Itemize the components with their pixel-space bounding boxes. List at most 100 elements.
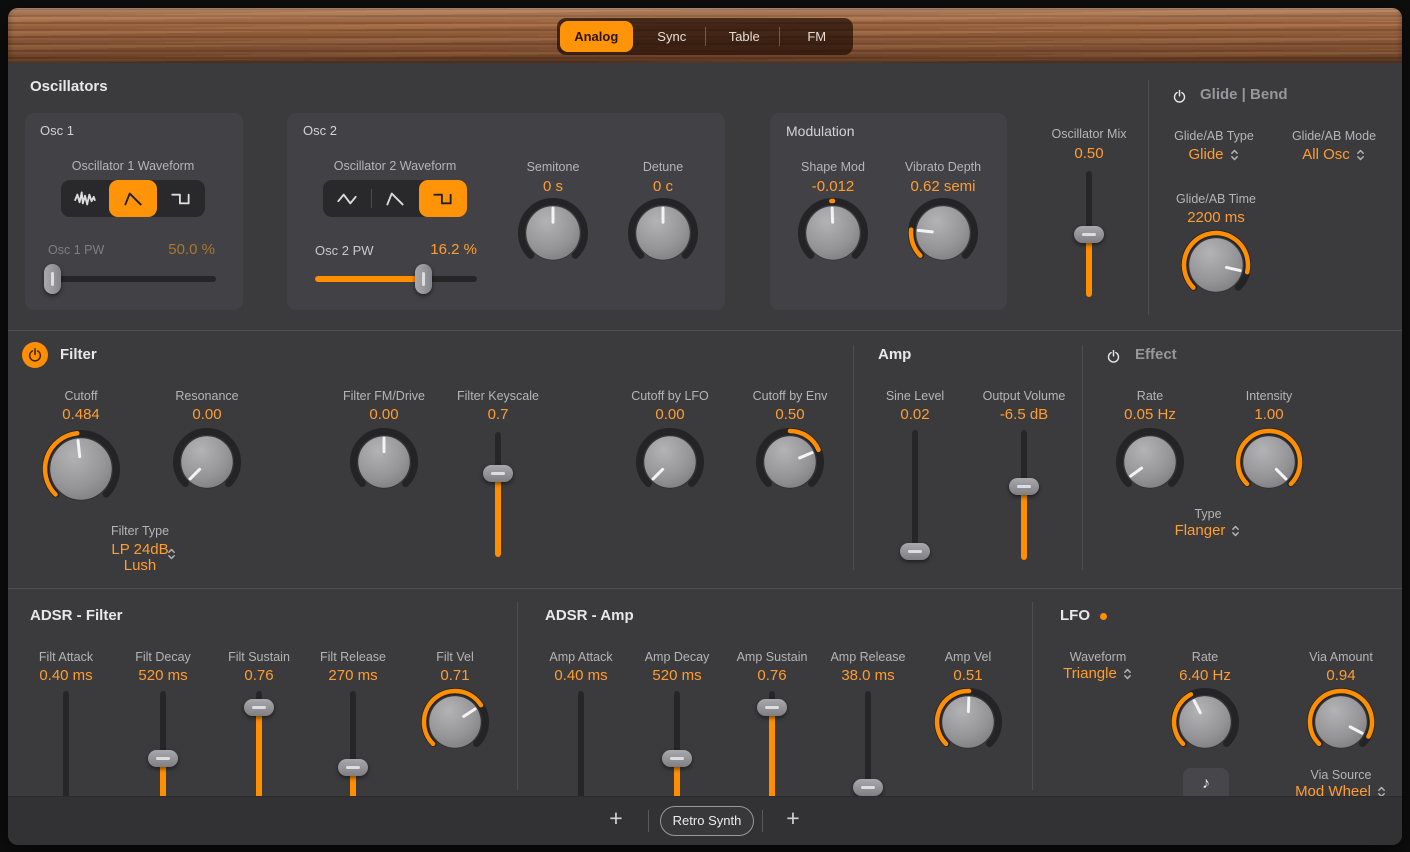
cutoff-by-lfo-knob[interactable] [631,423,709,501]
via-amount-value[interactable]: 0.94 [1271,667,1402,684]
modulation-panel: Modulation Shape Mod -0.012 Vibrato Dept… [770,113,1007,310]
sine-level-slider-handle[interactable] [900,543,930,560]
glide-time-value[interactable]: 2200 ms [1146,209,1286,226]
intensity-value[interactable]: 1.00 [1199,406,1339,423]
add-patch-right-button[interactable]: + [780,805,806,832]
filter-type-value-line2[interactable]: Lush [70,557,210,574]
filt-release-slider-handle[interactable] [338,759,368,776]
via-amount-knob[interactable] [1302,683,1380,761]
via-source-popup[interactable]: Mod Wheel [1261,783,1402,797]
osc1-pw-label: Osc 1 PW [48,243,128,257]
effect-rate-knob[interactable] [1111,423,1189,501]
amp-release-slider-handle[interactable] [853,779,883,796]
lfo-sync-note-button[interactable]: ♪ [1183,768,1229,797]
cutoff-knob[interactable] [37,425,125,513]
sawtooth-wave-icon [121,187,145,211]
filt-release-slider[interactable] [350,691,356,797]
sawtooth-wave-icon [383,187,407,211]
filter-keyscale-slider-handle[interactable] [483,465,513,482]
cutoff-by-env-knob[interactable] [751,423,829,501]
intensity-knob[interactable] [1230,423,1308,501]
osc2-pw-slider[interactable] [315,276,477,282]
osc1-waveform-noise-button[interactable] [61,180,109,217]
plugin-name-button[interactable]: Retro Synth [660,806,754,836]
cutoff-value[interactable]: 0.484 [11,406,151,423]
filt-sustain-slider[interactable] [256,691,262,797]
filt-sustain-slider-handle[interactable] [244,699,274,716]
osc1-waveform-square-button[interactable] [157,180,205,217]
resonance-knob[interactable] [168,423,246,501]
output-volume-slider-handle[interactable] [1009,478,1039,495]
tab-fm[interactable]: FM [781,18,854,55]
semitone-knob[interactable] [513,193,593,273]
sine-level-slider[interactable] [912,430,918,560]
output-volume-value[interactable]: -6.5 dB [954,406,1094,423]
filt-decay-slider-handle[interactable] [148,750,178,767]
tab-sync[interactable]: Sync [636,18,709,55]
output-volume-slider[interactable] [1021,430,1027,560]
osc1-pw-slider[interactable] [48,276,216,282]
osc1-panel: Osc 1 Oscillator 1 Waveform Osc 1 PW 50.… [25,113,243,310]
vibrato-depth-knob[interactable] [903,193,983,273]
tab-table-label: Table [729,29,760,44]
add-patch-left-button[interactable]: + [603,805,629,832]
osc1-pw-value[interactable]: 50.0 % [125,241,215,258]
osc2-panel: Osc 2 Oscillator 2 Waveform Osc 2 PW 16.… [287,113,725,310]
glide-time-label: Glide/AB Time [1146,192,1286,206]
glide-type-label: Glide/AB Type [1144,129,1284,143]
filter-keyscale-value[interactable]: 0.7 [428,406,568,423]
shape-mod-knob[interactable] [793,193,873,273]
osc1-pw-slider-handle[interactable] [44,264,61,294]
amp-attack-slider[interactable] [578,691,584,797]
updown-chevron-icon [1122,666,1133,682]
osc2-waveform-square-button[interactable] [419,180,467,217]
osc2-waveform-triangle-button[interactable] [323,180,371,217]
filt-vel-knob[interactable] [416,683,494,761]
amp-section-title: Amp [878,346,911,363]
cutoff-by-lfo-value[interactable]: 0.00 [600,406,740,423]
bottom-toolbar: + Retro Synth + [8,796,1402,845]
tab-table[interactable]: Table [708,18,781,55]
effect-type-value: Flanger [1175,522,1226,539]
filter-keyscale-slider[interactable] [495,432,501,557]
effect-power-button[interactable] [1103,346,1123,366]
oscillator-mix-slider[interactable] [1086,171,1092,297]
glide-power-button[interactable] [1168,85,1190,107]
amp-sustain-slider-handle[interactable] [757,699,787,716]
filt-vel-value[interactable]: 0.71 [385,667,525,684]
amp-release-slider[interactable] [865,691,871,797]
lfo-section-title: LFO [1060,607,1090,624]
effect-type-popup[interactable]: Flanger [1128,522,1288,539]
osc2-pw-value[interactable]: 16.2 % [407,241,477,258]
amp-decay-slider[interactable] [674,691,680,797]
lfo-rate-value[interactable]: 6.40 Hz [1135,667,1275,684]
amp-decay-slider-handle[interactable] [662,750,692,767]
amp-sustain-slider[interactable] [769,691,775,797]
osc1-waveform-saw-button[interactable] [109,180,157,217]
detune-label: Detune [593,160,733,174]
tab-analog[interactable]: Analog [560,21,633,52]
amp-vel-knob[interactable] [929,683,1007,761]
adsr-amp-section-title: ADSR - Amp [545,607,634,624]
updown-chevron-icon [1230,523,1241,539]
resonance-value[interactable]: 0.00 [137,406,277,423]
lfo-rate-knob[interactable] [1166,683,1244,761]
cutoff-by-env-value[interactable]: 0.50 [720,406,860,423]
updown-chevron-icon[interactable] [166,546,177,562]
filt-attack-slider[interactable] [63,691,69,797]
glide-time-knob[interactable] [1176,225,1256,305]
slider-fill [495,474,501,557]
glide-mode-popup[interactable]: All Osc [1254,146,1402,163]
detune-knob[interactable] [623,193,703,273]
oscillator-mix-slider-handle[interactable] [1074,226,1104,243]
osc2-pw-slider-handle[interactable] [415,264,432,294]
lfo-active-dot [1100,613,1107,620]
filter-power-button[interactable] [22,342,48,368]
osc2-waveform-saw-button[interactable] [371,180,419,217]
amp-vel-value[interactable]: 0.51 [898,667,1038,684]
intensity-label: Intensity [1199,389,1339,403]
filter-fm-drive-knob[interactable] [345,423,423,501]
toolbar-divider [762,810,763,832]
filter-type-value-line1[interactable]: LP 24dB [70,541,210,558]
filt-decay-slider[interactable] [160,691,166,797]
